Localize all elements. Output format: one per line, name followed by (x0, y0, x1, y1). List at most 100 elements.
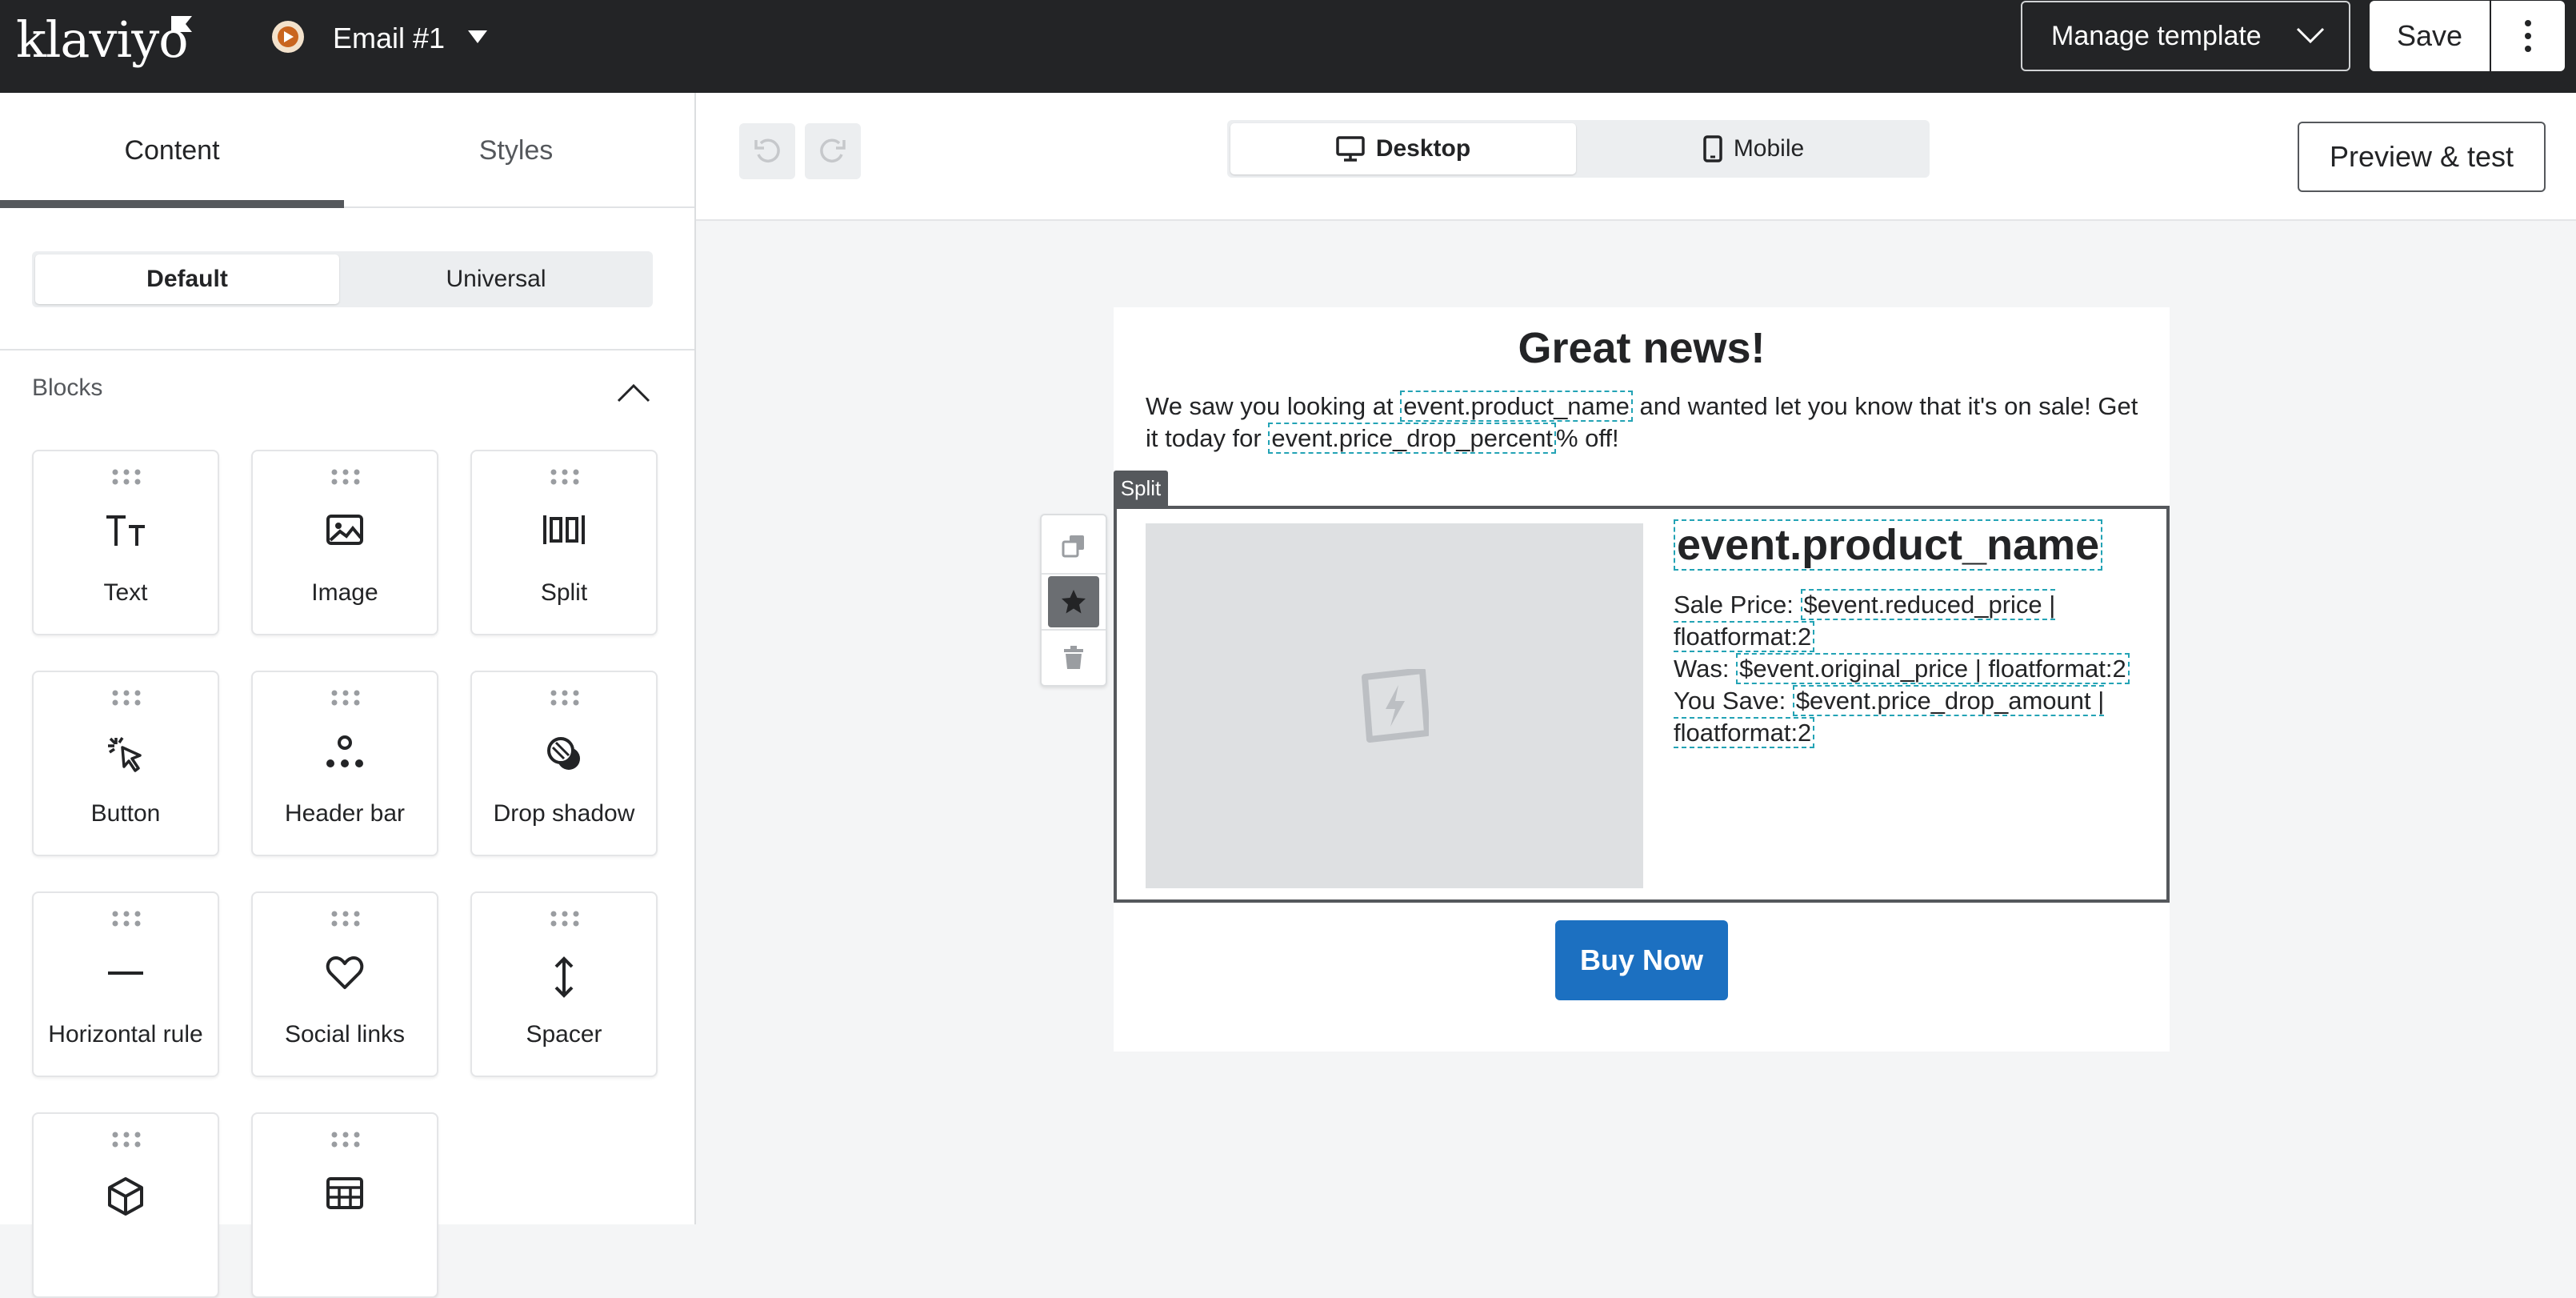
desktop-view-button[interactable]: Desktop (1230, 123, 1576, 174)
undo-icon (754, 138, 780, 162)
duplicate-icon (1062, 535, 1084, 558)
heart-icon (326, 956, 364, 989)
block-label: Image (311, 579, 378, 606)
block-spacer[interactable]: Spacer (470, 891, 658, 1077)
drag-handle-icon (331, 911, 360, 927)
preview-and-test-button[interactable]: Preview & test (2298, 122, 2546, 192)
drag-handle-icon (112, 911, 141, 927)
intro-text-1: We saw you looking at (1146, 392, 1401, 420)
email-intro-text[interactable]: We saw you looking at event.product_name… (1146, 391, 2146, 455)
you-save-label: You Save: (1674, 687, 1793, 715)
drag-handle-icon (550, 690, 579, 706)
block-horizontal-rule[interactable]: Horizontal rule (32, 891, 219, 1077)
redo-button[interactable] (805, 123, 861, 179)
mobile-view-button[interactable]: Mobile (1581, 123, 1926, 174)
button-icon (108, 737, 142, 772)
drag-handle-icon (331, 469, 360, 485)
segment-universal[interactable]: Universal (344, 254, 648, 304)
divider (0, 349, 694, 351)
sale-price-label: Sale Price: (1674, 591, 1801, 619)
email-name[interactable]: Email #1 (333, 16, 445, 61)
template-variable: event.product_name (1400, 391, 1633, 422)
block-product[interactable] (32, 1112, 219, 1298)
manage-template-button[interactable]: Manage template (2021, 1, 2350, 71)
chevron-down-icon (2296, 27, 2325, 44)
split-icon (543, 515, 585, 544)
block-label: Social links (284, 1021, 406, 1048)
image-icon (326, 515, 363, 545)
image-placeholder[interactable] (1146, 523, 1643, 888)
logo-flag-icon (171, 16, 192, 32)
drag-handle-icon (112, 469, 141, 485)
save-button[interactable]: Save (2370, 1, 2490, 71)
segment-default[interactable]: Default (35, 254, 339, 304)
content-sidebar: Content Styles Default Universal Blocks … (0, 93, 696, 1298)
caret-down-icon[interactable] (467, 29, 488, 45)
tab-content[interactable]: Content (0, 93, 344, 208)
manage-template-label: Manage template (2051, 20, 2262, 51)
trash-icon (1064, 646, 1083, 669)
was-price-label: Was: (1674, 655, 1737, 683)
more-options-button[interactable] (2491, 1, 2565, 71)
block-split[interactable]: Split (470, 450, 658, 635)
template-status-icon (272, 21, 304, 53)
undo-button[interactable] (739, 123, 795, 179)
chevron-up-icon[interactable] (616, 383, 651, 403)
desktop-label: Desktop (1375, 135, 1471, 162)
block-image[interactable]: Image (251, 450, 438, 635)
blocks-heading: Blocks (32, 375, 103, 401)
duplicate-block-button[interactable] (1048, 520, 1099, 571)
email-headline[interactable]: Great news! (1114, 323, 2170, 373)
top-bar: klaviyo Email #1 Manage template Save (0, 0, 2576, 93)
text-icon (106, 515, 145, 546)
product-name-heading[interactable]: event.product_name (1674, 519, 2103, 571)
klaviyo-logo[interactable]: klaviyo (16, 8, 189, 72)
product-icon (108, 1177, 143, 1216)
buy-now-button[interactable]: Buy Now (1555, 920, 1728, 1000)
block-drop-shadow[interactable]: Drop shadow (470, 671, 658, 856)
delete-block-button[interactable] (1048, 632, 1099, 683)
header-bar-icon (326, 735, 363, 767)
table-icon (326, 1177, 363, 1209)
more-vertical-icon (2525, 20, 2531, 52)
device-view-toggle: Desktop Mobile (1227, 120, 1930, 178)
image-placeholder-icon (1362, 669, 1429, 743)
drag-handle-icon (112, 1132, 141, 1148)
block-social-links[interactable]: Social links (251, 891, 438, 1077)
template-variable: event.price_drop_percent (1268, 423, 1556, 454)
template-variable: $event.original_price | floatformat:2 (1736, 653, 2130, 684)
block-actions-toolbar (1040, 514, 1107, 687)
horizontal-rule-icon (108, 971, 143, 975)
split-block[interactable]: event.product_name Sale Price: $event.re… (1114, 506, 2170, 903)
block-header-bar[interactable]: Header bar (251, 671, 438, 856)
product-price-text[interactable]: Sale Price: $event.reduced_price | float… (1674, 589, 2146, 749)
tab-styles[interactable]: Styles (344, 93, 688, 208)
block-label: Horizontal rule (48, 1021, 203, 1048)
block-label: Button (90, 800, 161, 827)
divider (1042, 573, 1106, 575)
block-table[interactable] (251, 1112, 438, 1298)
block-label: Text (103, 579, 148, 606)
drag-handle-icon (550, 469, 579, 485)
block-label: Drop shadow (493, 800, 635, 827)
mobile-label: Mobile (1733, 135, 1805, 162)
block-button[interactable]: Button (32, 671, 219, 856)
intro-text-3: % off! (1555, 424, 1619, 452)
save-universal-block-button[interactable] (1048, 576, 1099, 627)
drag-handle-icon (331, 690, 360, 706)
block-text[interactable]: Text (32, 450, 219, 635)
block-label: Split (540, 579, 588, 606)
template-variable: event.product_name (1674, 519, 2103, 571)
active-tab-indicator (0, 200, 344, 208)
drag-handle-icon (331, 1132, 360, 1148)
block-label: Header bar (284, 800, 406, 827)
drag-handle-icon (550, 911, 579, 927)
redo-icon (820, 138, 846, 162)
desktop-icon (1336, 136, 1365, 162)
sidebar-tabs: Content Styles (0, 93, 694, 208)
drop-shadow-icon (547, 737, 580, 770)
drag-handle-icon (112, 690, 141, 706)
spacer-icon (554, 956, 574, 998)
block-label: Spacer (526, 1021, 602, 1048)
mobile-icon (1703, 135, 1722, 162)
